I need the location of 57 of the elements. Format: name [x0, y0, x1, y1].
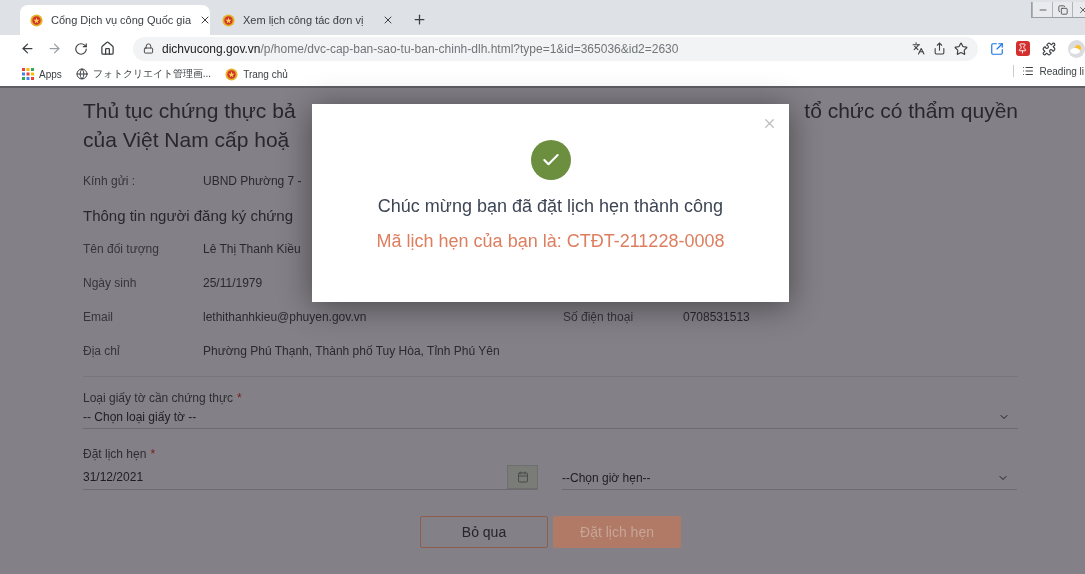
field-value: UBND Phường 7 -	[203, 174, 302, 188]
page-title: của Việt Nam cấp hoặ	[83, 127, 290, 153]
lock-icon	[143, 43, 154, 54]
translate-icon[interactable]	[911, 42, 925, 55]
section-heading: Thông tin người đăng ký chứng	[83, 206, 294, 224]
browser-tab[interactable]: Xem lịch công tác đơn vị	[212, 5, 402, 35]
bookmark[interactable]: Trang chủ	[225, 67, 288, 81]
close-icon[interactable]	[382, 14, 394, 26]
url-text: dichvucong.gov.vn/p/home/dvc-cap-ban-sao-tu-ban-chinh-dlh.html?type=1&id=365036&id2=2630	[162, 41, 680, 56]
reading-list-label[interactable]: Reading li	[1039, 65, 1084, 77]
field-value: 25/11/1979	[203, 276, 263, 290]
field-label: Số điện thoại	[563, 310, 635, 324]
external-link-icon[interactable]	[989, 41, 1004, 56]
tab-title: Cổng Dịch vụ công Quốc gia	[51, 14, 192, 26]
page-title: Thủ tục chứng thực bả	[83, 98, 296, 124]
check-icon	[530, 140, 571, 180]
globe-icon	[75, 68, 88, 80]
field-label: Ngày sinh	[83, 276, 138, 290]
list-icon[interactable]	[1021, 65, 1034, 77]
emblem-icon	[225, 67, 239, 81]
star-icon[interactable]	[953, 41, 968, 56]
emblem-icon	[222, 13, 235, 27]
success-message: Chúc mừng bạn đã đặt lịch hẹn thành công	[377, 196, 724, 217]
bookmark[interactable]: フォトクリエイト管理画...	[75, 67, 212, 81]
document-type-select[interactable]: -- Chọn loại giấy tờ --	[83, 405, 1018, 429]
field-label: Kính gửi :	[83, 174, 137, 188]
page-title: tổ chức có thẩm quyền	[804, 98, 1018, 124]
emblem-icon	[30, 13, 43, 27]
home-icon[interactable]	[100, 41, 115, 56]
field-value: Phường Phú Thạnh, Thành phố Tuy Hòa, Tỉnh Phú Yên	[203, 344, 500, 358]
cancel-button[interactable]: Bỏ qua	[420, 516, 548, 548]
field-label: Loại giấy tờ cần chứng thực	[83, 391, 234, 405]
calendar-icon	[516, 471, 529, 483]
field-label: Tên đối tượng	[83, 242, 160, 256]
back-icon[interactable]	[20, 41, 35, 56]
tab-title: Xem lịch công tác đơn vị	[243, 14, 365, 26]
forward-icon[interactable]	[47, 41, 62, 56]
browser-tab[interactable]: Cổng Dịch vụ công Quốc gia	[20, 5, 210, 35]
required-mark: *	[150, 447, 156, 461]
time-select[interactable]: --Chọn giờ hẹn--	[562, 466, 1017, 490]
new-tab-icon[interactable]	[412, 12, 427, 27]
field-value: 0708531513	[683, 310, 750, 324]
apps-grid-icon[interactable]	[22, 68, 34, 80]
field-label: Địa chỉ	[83, 344, 121, 358]
appointment-code: Mã lịch hẹn của bạn là: CTĐT-211228-0008	[376, 231, 725, 252]
bookmark[interactable]: Apps	[22, 68, 62, 80]
field-label: Email	[83, 310, 114, 324]
pin-icon[interactable]	[1015, 41, 1030, 56]
reload-icon[interactable]	[74, 41, 88, 56]
address-bar[interactable]: dichvucong.gov.vn/p/home/dvc-cap-ban-sao-tu-ban-chinh-dlh.html?type=1&id=365036&id2=2630	[133, 36, 978, 61]
share-icon[interactable]	[932, 42, 946, 55]
field-value: lethithanhkieu@phuyen.gov.vn	[203, 310, 368, 324]
field-label: Đặt lịch hẹn	[83, 447, 147, 461]
date-field[interactable]: 31/12/2021	[83, 470, 144, 484]
field-value: Lê Thị Thanh Kiều	[203, 242, 301, 256]
required-mark: *	[237, 391, 242, 405]
puzzle-icon[interactable]	[1041, 41, 1056, 56]
